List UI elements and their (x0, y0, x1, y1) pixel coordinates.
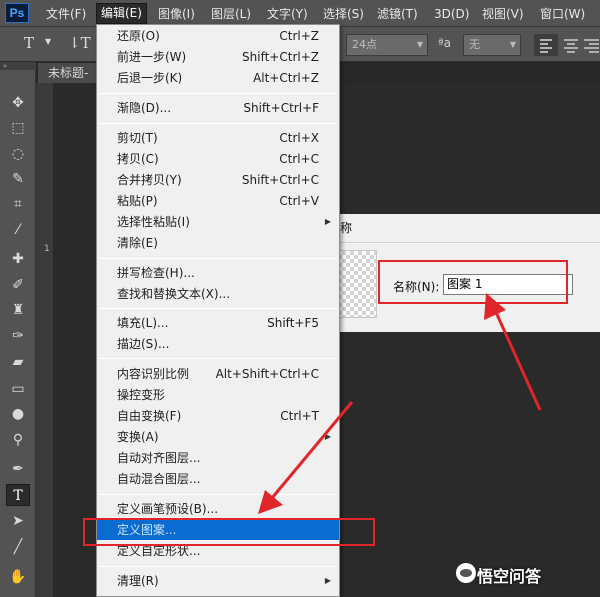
menu-separator (99, 494, 337, 495)
menu-item-step-backward[interactable]: 后退一步(K) Alt+Ctrl+Z (97, 68, 339, 88)
menu-separator (99, 358, 337, 359)
menu-item-paste[interactable]: 粘贴(P) Ctrl+V (97, 191, 339, 211)
menu-item-puppet-warp[interactable]: 操控变形 (97, 385, 339, 405)
annotation-box-name (378, 260, 568, 304)
submenu-arrow-icon: ▶ (324, 576, 331, 585)
dodge-tool-icon[interactable]: ⚲ (6, 429, 30, 451)
gradient-tool-icon[interactable]: ▭ (6, 378, 30, 400)
submenu-arrow-icon: ▶ (324, 217, 331, 226)
watermark-logo-icon (456, 563, 476, 583)
menu-item-copy-merged[interactable]: 合并拷贝(Y) Shift+Ctrl+C (97, 170, 339, 190)
dropdown-arrow-icon[interactable]: ▼ (45, 37, 51, 46)
document-tab[interactable]: 未标题- (38, 63, 98, 83)
menu-item-define-brush[interactable]: 定义画笔预设(B)... (97, 499, 339, 519)
menu-item-find-replace[interactable]: 查找和替换文本(X)... (97, 284, 339, 304)
menu-window[interactable]: 窗口(W) (540, 5, 585, 23)
menu-3d[interactable]: 3D(D) (434, 5, 469, 23)
stamp-tool-icon[interactable]: ♜ (6, 299, 30, 321)
menu-item-clear[interactable]: 清除(E) (97, 233, 339, 253)
brush-tool-icon[interactable]: ✐ (6, 274, 30, 296)
eraser-tool-icon[interactable]: ▰ (6, 351, 30, 373)
annotation-box-define-pattern (83, 518, 375, 546)
menu-item-transform[interactable]: 变换(A) ▶ (97, 427, 339, 447)
menu-separator (99, 123, 337, 124)
watermark-text: 悟空问答 (477, 567, 542, 586)
menu-item-free-transform[interactable]: 自由变换(F) Ctrl+T (97, 406, 339, 426)
menu-item-cut[interactable]: 剪切(T) Ctrl+X (97, 128, 339, 148)
menu-file[interactable]: 文件(F) (46, 5, 86, 23)
menu-layer[interactable]: 图层(L) (211, 5, 251, 23)
lasso-tool-icon[interactable]: ◌ (6, 143, 30, 165)
ruler-mark: 1 (44, 244, 50, 254)
dialog-title: 称 (340, 221, 353, 235)
toolbox-collapse-icon[interactable]: » (0, 62, 36, 70)
marquee-tool-icon[interactable]: ⬚ (6, 117, 30, 139)
type-tool-icon[interactable]: T (24, 34, 34, 52)
align-center-icon (564, 39, 578, 53)
menu-item-fill[interactable]: 填充(L)... Shift+F5 (97, 313, 339, 333)
font-size-select[interactable]: 24点 ▼ (346, 34, 428, 56)
menu-item-stroke[interactable]: 描边(S)... (97, 334, 339, 354)
quick-select-tool-icon[interactable]: ✎ (6, 168, 30, 190)
healing-brush-tool-icon[interactable]: ✚ (6, 248, 30, 270)
menu-item-undo[interactable]: 还原(O) Ctrl+Z (97, 26, 339, 46)
align-right-icon (584, 39, 599, 53)
vertical-ruler (36, 83, 54, 597)
document-tab-label: 未标题- (48, 66, 89, 80)
hand-tool-icon[interactable]: ✋ (6, 566, 30, 588)
menu-separator (99, 308, 337, 309)
font-size-value: 24点 (352, 38, 377, 51)
history-brush-tool-icon[interactable]: ✑ (6, 325, 30, 347)
menu-item-spell-check[interactable]: 拼写检查(H)... (97, 263, 339, 283)
menu-item-copy[interactable]: 拷贝(C) Ctrl+C (97, 149, 339, 169)
antialias-label: ªa (438, 36, 452, 50)
eyedropper-tool-icon[interactable]: ⁄ (6, 219, 30, 241)
blur-tool-icon[interactable]: ● (6, 403, 30, 425)
line-tool-icon[interactable]: ╱ (6, 536, 30, 558)
menu-item-auto-blend-layers[interactable]: 自动混合图层... (97, 469, 339, 489)
move-tool-icon[interactable]: ✥ (6, 92, 30, 114)
menu-item-content-aware-scale[interactable]: 内容识别比例 Alt+Shift+Ctrl+C (97, 364, 339, 384)
dialog-title-bar: 称 (330, 214, 600, 242)
menu-view[interactable]: 视图(V) (482, 5, 524, 23)
toolbox: » ✥ ⬚ ◌ ✎ ⌗ ⁄ ✚ ✐ ♜ ✑ ▰ ▭ ● ⚲ ✒ T ➤ ╱ ✋ (0, 62, 36, 597)
menu-item-paste-special[interactable]: 选择性粘贴(I) ▶ (97, 212, 339, 232)
path-select-tool-icon[interactable]: ➤ (6, 510, 30, 532)
align-left-icon (540, 39, 552, 53)
chevron-down-icon: ▼ (416, 40, 423, 49)
crop-tool-icon[interactable]: ⌗ (6, 193, 30, 215)
align-right-button[interactable] (583, 37, 600, 58)
menu-separator (99, 566, 337, 567)
edit-menu-dropdown: 还原(O) Ctrl+Z 前进一步(W) Shift+Ctrl+Z 后退一步(K… (96, 24, 340, 597)
antialias-select[interactable]: 无 ▼ (463, 34, 521, 56)
menu-separator (99, 93, 337, 94)
menu-edit[interactable]: 编辑(E) (96, 3, 147, 24)
submenu-arrow-icon: ▶ (324, 432, 331, 441)
menu-type[interactable]: 文字(Y) (267, 5, 308, 23)
menu-item-fade[interactable]: 渐隐(D)... Shift+Ctrl+F (97, 98, 339, 118)
antialias-value: 无 (469, 38, 480, 51)
menu-filter[interactable]: 滤镜(T) (377, 5, 418, 23)
type-tool-icon[interactable]: T (6, 484, 30, 506)
photoshop-logo: Ps (5, 3, 29, 23)
menu-item-auto-align-layers[interactable]: 自动对齐图层... (97, 448, 339, 468)
align-left-button[interactable] (534, 34, 558, 56)
menu-bar: Ps 文件(F) 编辑(E) 图像(I) 图层(L) 文字(Y) 选择(S) 滤… (0, 0, 600, 27)
orientation-icon[interactable]: ⇂T (68, 34, 91, 52)
menu-separator (99, 258, 337, 259)
pen-tool-icon[interactable]: ✒ (6, 458, 30, 480)
menu-item-step-forward[interactable]: 前进一步(W) Shift+Ctrl+Z (97, 47, 339, 67)
chevron-down-icon: ▼ (509, 40, 516, 49)
menu-select[interactable]: 选择(S) (323, 5, 364, 23)
menu-image[interactable]: 图像(I) (158, 5, 195, 23)
align-center-button[interactable] (562, 37, 580, 58)
pattern-preview (337, 250, 377, 318)
menu-item-purge[interactable]: 清理(R) ▶ (97, 571, 339, 591)
